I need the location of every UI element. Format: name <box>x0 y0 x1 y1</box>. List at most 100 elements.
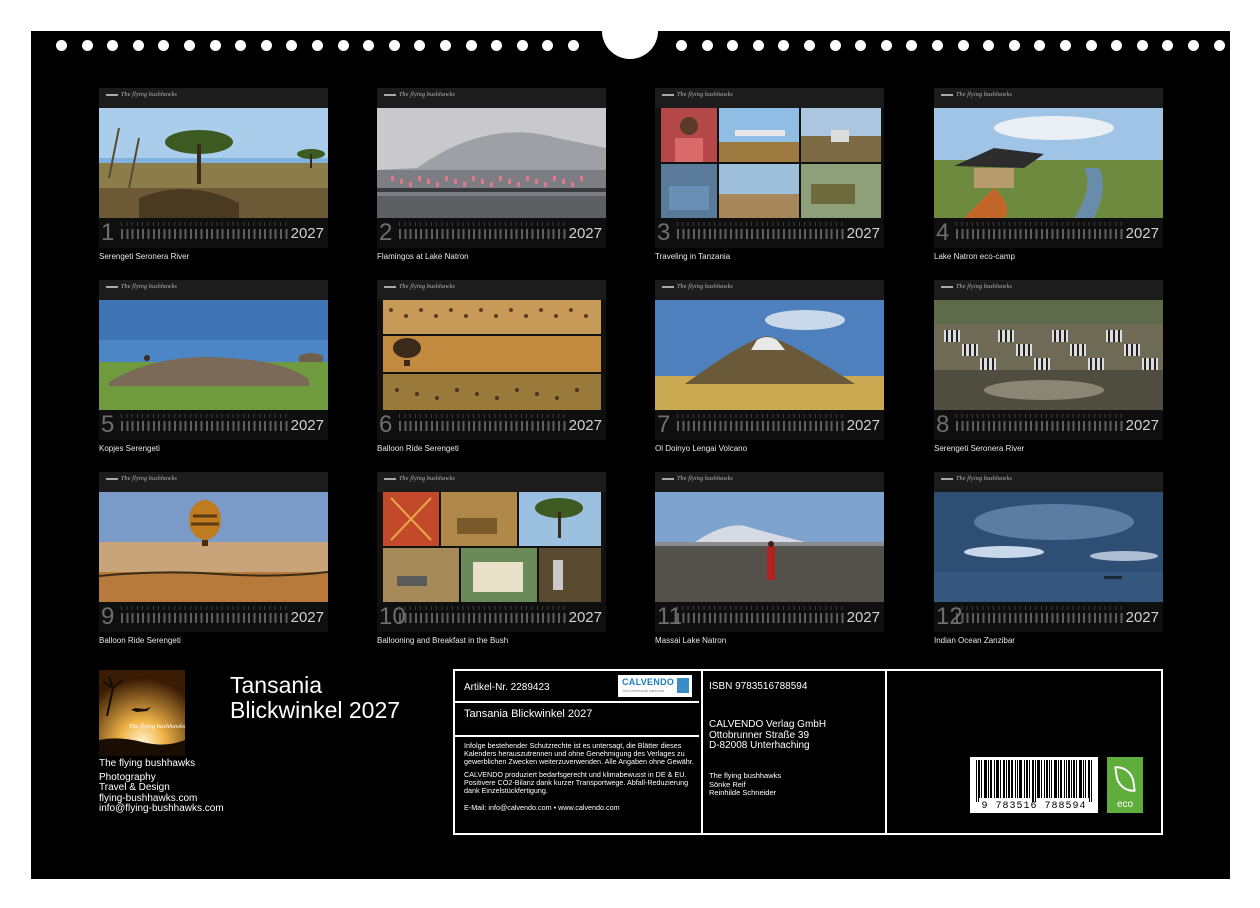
month-number: 9 <box>101 603 115 630</box>
month-year: 2027 <box>290 417 324 434</box>
binding-hole <box>81 40 93 51</box>
product-name-row: Tansania Blickwinkel 2027 <box>455 703 699 737</box>
month-header-strip: The flying bushhawks <box>99 88 328 108</box>
weekday-row <box>677 606 846 610</box>
month-calendar-strip: 3 2027 <box>655 218 884 248</box>
month-year: 2027 <box>1125 225 1159 242</box>
month-header-strip: The flying bushhawks <box>377 472 606 492</box>
month-calendar-strip: 4 2027 <box>934 218 1163 248</box>
month-calendar-strip: 9 2027 <box>99 602 328 632</box>
month-photo <box>655 300 884 410</box>
month-page-8[interactable]: The flying bushhawks 8 2027 Serengeti Se… <box>934 280 1163 460</box>
bushhawks-logo: The flying bushhawks <box>384 476 455 482</box>
month-calendar-strip: 11 2027 <box>655 602 884 632</box>
credit-line-3: Reinhilde Schneider <box>709 788 777 797</box>
contact-line[interactable]: E-Mail: info@calvendo.com • www.calvendo… <box>464 804 696 812</box>
bushhawks-logo: The flying bushhawks <box>384 284 455 290</box>
month-page-2[interactable]: The flying bushhawks 2 2027 Flamingos at… <box>377 88 606 268</box>
month-number: 7 <box>657 411 671 438</box>
calendar-back-sheet: The flying bushhawks 1 2027 Serengeti Se… <box>31 19 1230 879</box>
month-caption: Serengeti Seronera River <box>99 252 190 261</box>
month-thumbnail: The flying bushhawks 8 2027 <box>934 280 1163 440</box>
calvendo-badge-icon <box>677 678 689 693</box>
month-page-1[interactable]: The flying bushhawks 1 2027 Serengeti Se… <box>99 88 328 268</box>
month-photo <box>99 108 328 218</box>
month-caption: Indian Ocean Zanzibar <box>934 636 1015 645</box>
legal-copyright-notice: Infolge bestehender Schutzrechte ist es … <box>464 741 694 766</box>
binding-hole <box>906 40 918 51</box>
bushhawks-logo-text: The flying bushhawks <box>956 92 1012 98</box>
day-numbers-row <box>121 421 290 431</box>
binding-hole <box>1136 40 1148 51</box>
month-page-6[interactable]: The flying bushhawks 6 2027 Balloon Ride… <box>377 280 606 460</box>
month-page-10[interactable]: The flying bushhawks 10 2027 Ballooning … <box>377 472 606 652</box>
month-caption: Kopjes Serengeti <box>99 444 160 453</box>
binding-hole <box>568 40 579 51</box>
month-year: 2027 <box>1125 417 1159 434</box>
month-year: 2027 <box>568 225 602 242</box>
month-page-4[interactable]: The flying bushhawks 4 2027 Lake Natron … <box>934 88 1163 268</box>
day-numbers-row <box>399 421 568 431</box>
month-calendar-strip: 5 2027 <box>99 410 328 440</box>
month-calendar-strip: 2 2027 <box>377 218 606 248</box>
day-numbers-row <box>399 229 568 239</box>
month-calendar-strip: 12 2027 <box>934 602 1163 632</box>
month-photo <box>99 492 328 602</box>
artikel-row: Artikel-Nr. 2289423 CALVENDO Your indivi… <box>455 671 699 703</box>
month-photo <box>655 492 884 602</box>
month-number: 6 <box>379 411 393 438</box>
month-page-11[interactable]: The flying bushhawks 11 2027 Massai Lake… <box>655 472 884 652</box>
isbn-number: ISBN 9783516788594 <box>709 681 808 692</box>
month-calendar-strip: 6 2027 <box>377 410 606 440</box>
month-number: 2 <box>379 219 393 246</box>
month-page-9[interactable]: The flying bushhawks 9 2027 Balloon Ride… <box>99 472 328 652</box>
binding-hole <box>235 40 247 51</box>
month-caption: Ballooning and Breakfast in the Bush <box>377 636 509 645</box>
binding-hole <box>388 40 400 51</box>
calvendo-logo-tagline: Your individual calendar <box>622 688 665 693</box>
calendar-title: Tansania Blickwinkel 2027 <box>230 673 400 723</box>
bushhawks-logo-text: The flying bushhawks <box>121 284 177 290</box>
bushhawks-logo: The flying bushhawks <box>941 476 1012 482</box>
binding-hole <box>1060 40 1071 51</box>
month-header-strip: The flying bushhawks <box>99 280 328 300</box>
bushhawks-logo: The flying bushhawks <box>941 92 1012 98</box>
binding-hole <box>983 40 995 51</box>
month-number: 5 <box>101 411 115 438</box>
leaf-icon <box>1114 763 1136 795</box>
bushhawks-logo: The flying bushhawks <box>662 476 733 482</box>
month-page-3[interactable]: The flying bushhawks 3 2027 Traveling in… <box>655 88 884 268</box>
month-thumbnail: The flying bushhawks 4 2027 <box>934 88 1163 248</box>
binding-hole <box>414 40 426 51</box>
month-number: 4 <box>936 219 950 246</box>
author-details: The flying bushhawks Photography Travel … <box>99 758 224 815</box>
month-photo <box>377 108 606 218</box>
month-caption: Ol Doinyo Lengai Volcano <box>655 444 748 453</box>
author-email-link[interactable]: info@flying-bushhawks.com <box>99 803 224 815</box>
binding-hole <box>1008 40 1020 51</box>
binding-hole <box>727 40 739 51</box>
month-number: 3 <box>657 219 671 246</box>
binding-hole <box>158 40 170 51</box>
bushhawks-logo-text: The flying bushhawks <box>956 476 1012 482</box>
publisher-info-box: Artikel-Nr. 2289423 CALVENDO Your indivi… <box>453 669 1163 835</box>
weekday-row <box>399 606 568 610</box>
month-page-5[interactable]: The flying bushhawks 5 2027 Kopjes Seren… <box>99 280 328 460</box>
bushhawks-logo: The flying bushhawks <box>662 284 733 290</box>
calvendo-logo: CALVENDO Your individual calendar <box>618 675 692 697</box>
bushhawks-logo-text: The flying bushhawks <box>677 92 733 98</box>
legal-climate-notice: CALVENDO produziert bedarfsgerecht und k… <box>464 770 689 795</box>
binding-hole <box>1034 40 1046 51</box>
month-thumbnail: The flying bushhawks 11 2027 <box>655 472 884 632</box>
weekday-row <box>956 222 1125 226</box>
bushhawks-logo: The flying bushhawks <box>106 284 177 290</box>
month-page-12[interactable]: The flying bushhawks 12 2027 Indian Ocea… <box>934 472 1163 652</box>
month-header-strip: The flying bushhawks <box>377 88 606 108</box>
weekday-row <box>399 414 568 418</box>
binding-hole <box>701 40 713 51</box>
month-photo <box>934 492 1163 602</box>
day-numbers-row <box>121 229 290 239</box>
month-caption: Traveling in Tanzania <box>655 252 731 261</box>
month-page-7[interactable]: The flying bushhawks 7 2027 Ol Doinyo Le… <box>655 280 884 460</box>
binding-hole <box>337 40 349 51</box>
